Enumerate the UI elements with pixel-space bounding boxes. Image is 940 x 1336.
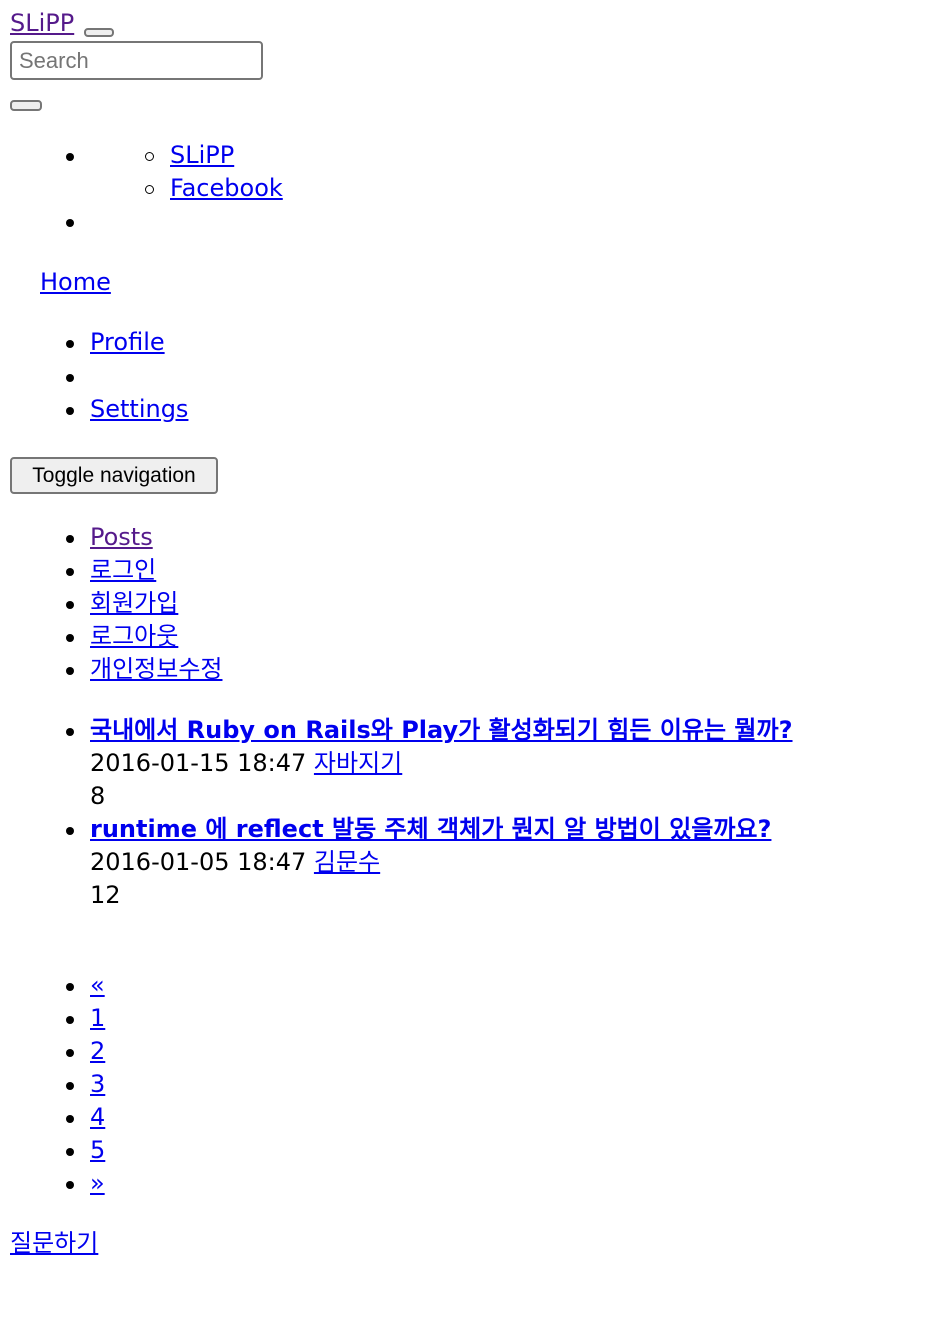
bullet-icon [66, 374, 74, 382]
search-input[interactable] [10, 41, 263, 80]
bullet-icon [66, 1016, 74, 1024]
bullet-icon [66, 568, 74, 576]
post-meta: 2016-01-15 18:47 자바지기 [90, 747, 402, 780]
slipp-link[interactable]: SLiPP [170, 139, 234, 172]
search-button[interactable] [10, 100, 42, 111]
brand-link[interactable]: SLiPP [10, 7, 74, 40]
bullet-icon [66, 1181, 74, 1189]
signup-link[interactable]: 회원가입 [90, 587, 178, 620]
bullet-icon [66, 1049, 74, 1057]
post-title-link[interactable]: runtime 에 reflect 발동 주체 객체가 뭔지 알 방법이 있을까… [90, 813, 771, 846]
post-count: 8 [90, 782, 106, 810]
circle-bullet-icon [145, 152, 154, 161]
pagination-page-link[interactable]: 1 [90, 1002, 105, 1035]
bullet-icon [66, 667, 74, 675]
post-date: 2016-01-05 18:47 [90, 848, 307, 876]
home-link[interactable]: Home [40, 266, 111, 299]
profile-link[interactable]: Profile [90, 326, 165, 359]
bullet-icon [66, 219, 74, 227]
circle-bullet-icon [145, 185, 154, 194]
settings-link[interactable]: Settings [90, 393, 188, 426]
bullet-icon [66, 1082, 74, 1090]
post-date: 2016-01-15 18:47 [90, 749, 307, 777]
pagination-next-link[interactable]: » [90, 1167, 105, 1200]
brand-toggle-button[interactable] [84, 28, 114, 37]
post-meta: 2016-01-05 18:47 김문수 [90, 846, 380, 879]
pagination-page-link[interactable]: 5 [90, 1134, 105, 1167]
post-author-link[interactable]: 자바지기 [314, 749, 402, 777]
toggle-navigation-button[interactable]: Toggle navigation [10, 457, 218, 494]
bullet-icon [66, 983, 74, 991]
pagination-page-link[interactable]: 2 [90, 1035, 105, 1068]
bullet-icon [66, 535, 74, 543]
bullet-icon [66, 827, 74, 835]
post-author-link[interactable]: 김문수 [314, 848, 380, 876]
bullet-icon [66, 1115, 74, 1123]
post-count: 12 [90, 881, 121, 909]
bullet-icon [66, 1148, 74, 1156]
posts-link[interactable]: Posts [90, 521, 153, 554]
edit-profile-link[interactable]: 개인정보수정 [90, 653, 222, 686]
pagination-page-link[interactable]: 4 [90, 1101, 105, 1134]
ask-question-link[interactable]: 질문하기 [10, 1227, 98, 1260]
bullet-icon [66, 601, 74, 609]
facebook-link[interactable]: Facebook [170, 172, 283, 205]
bullet-icon [66, 634, 74, 642]
bullet-icon [66, 728, 74, 736]
post-title-link[interactable]: 국내에서 Ruby on Rails와 Play가 활성화되기 힘든 이유는 뭘… [90, 714, 793, 747]
pagination-page-link[interactable]: 3 [90, 1068, 105, 1101]
login-link[interactable]: 로그인 [90, 554, 156, 587]
logout-link[interactable]: 로그아웃 [90, 620, 178, 653]
bullet-icon [66, 407, 74, 415]
bullet-icon [66, 340, 74, 348]
bullet-icon [66, 153, 74, 161]
pagination-prev-link[interactable]: « [90, 969, 105, 1002]
